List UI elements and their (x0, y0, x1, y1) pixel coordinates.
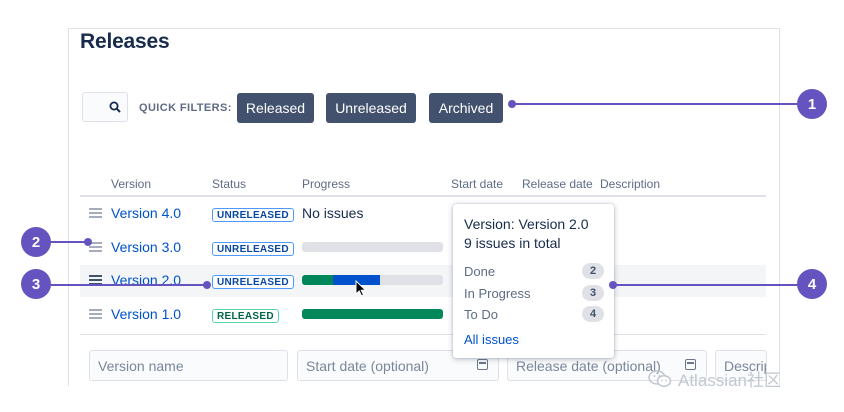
drag-handle-icon[interactable] (89, 208, 102, 218)
search-button[interactable] (82, 92, 128, 122)
progress-done-segment (302, 275, 334, 285)
count-badge: 4 (582, 306, 604, 322)
progress-text: No issues (302, 205, 364, 221)
column-header-status: Status (212, 177, 247, 191)
popup-row-to-do: To Do 4 (464, 305, 604, 325)
callout-1-line (512, 103, 800, 105)
callout-2-line (48, 241, 86, 243)
version-link[interactable]: Version 1.0 (111, 306, 181, 322)
popup-row-label: To Do (464, 307, 498, 322)
popup-row-label: In Progress (464, 286, 531, 301)
status-badge: RELEASED (212, 309, 279, 323)
wechat-icon (648, 369, 672, 387)
popup-total: 9 issues in total (464, 235, 561, 251)
column-header-start-date: Start date (451, 177, 504, 191)
watermark: Atlassian社区 (648, 366, 781, 391)
popup-row-label: Done (464, 264, 496, 279)
status-badge: UNRELEASED (212, 242, 294, 256)
filter-released-button[interactable]: Released (237, 93, 314, 123)
version-progress-popup: Version: Version 2.0 9 issues in total D… (453, 204, 614, 358)
header-divider (80, 195, 766, 197)
popup-row-in-progress: In Progress 3 (464, 284, 604, 304)
form-divider (80, 334, 766, 335)
callout-4-badge: 4 (797, 269, 827, 299)
progress-bar[interactable] (302, 275, 443, 285)
callout-1-badge: 1 (797, 89, 827, 119)
all-issues-link[interactable]: All issues (464, 332, 519, 347)
progress-done-segment (302, 309, 443, 319)
callout-3-line (48, 284, 206, 286)
quick-filters-label: QUICK FILTERS: (139, 102, 232, 114)
column-header-progress: Progress (302, 177, 351, 191)
popup-row-done: Done 2 (464, 262, 604, 282)
mouse-cursor-icon (355, 280, 367, 297)
search-icon (109, 101, 121, 113)
status-badge: UNRELEASED (212, 208, 294, 222)
calendar-icon[interactable] (477, 359, 488, 370)
drag-handle-icon[interactable] (89, 309, 102, 319)
status-badge: UNRELEASED (212, 275, 294, 289)
column-header-description: Description (600, 177, 661, 191)
version-link[interactable]: Version 3.0 (111, 239, 181, 255)
callout-3-dot (203, 281, 211, 289)
filter-archived-button[interactable]: Archived (429, 93, 503, 123)
callout-2-dot (84, 238, 92, 246)
table-row[interactable]: Version 4.0 UNRELEASED No issues (80, 198, 766, 230)
callout-2-badge: 2 (21, 227, 51, 257)
table-row[interactable]: Version 1.0 RELEASED (80, 299, 766, 331)
version-link[interactable]: Version 4.0 (111, 205, 181, 221)
popup-title: Version: Version 2.0 (464, 216, 589, 232)
progress-bar[interactable] (302, 309, 443, 319)
watermark-text: Atlassian社区 (678, 371, 781, 390)
column-header-version: Version (111, 177, 152, 191)
count-badge: 3 (582, 285, 604, 301)
count-badge: 2 (582, 263, 604, 279)
callout-4-line (613, 284, 800, 286)
page-title: Releases (80, 30, 170, 53)
progress-bar[interactable] (302, 242, 443, 252)
filter-unreleased-button[interactable]: Unreleased (326, 93, 416, 123)
table-row[interactable]: Version 3.0 UNRELEASED (80, 232, 766, 264)
callout-3-badge: 3 (21, 269, 51, 299)
version-name-input[interactable] (89, 350, 288, 381)
column-header-release-date: Release date (522, 177, 593, 191)
table-row[interactable]: Version 2.0 UNRELEASED (80, 265, 766, 297)
